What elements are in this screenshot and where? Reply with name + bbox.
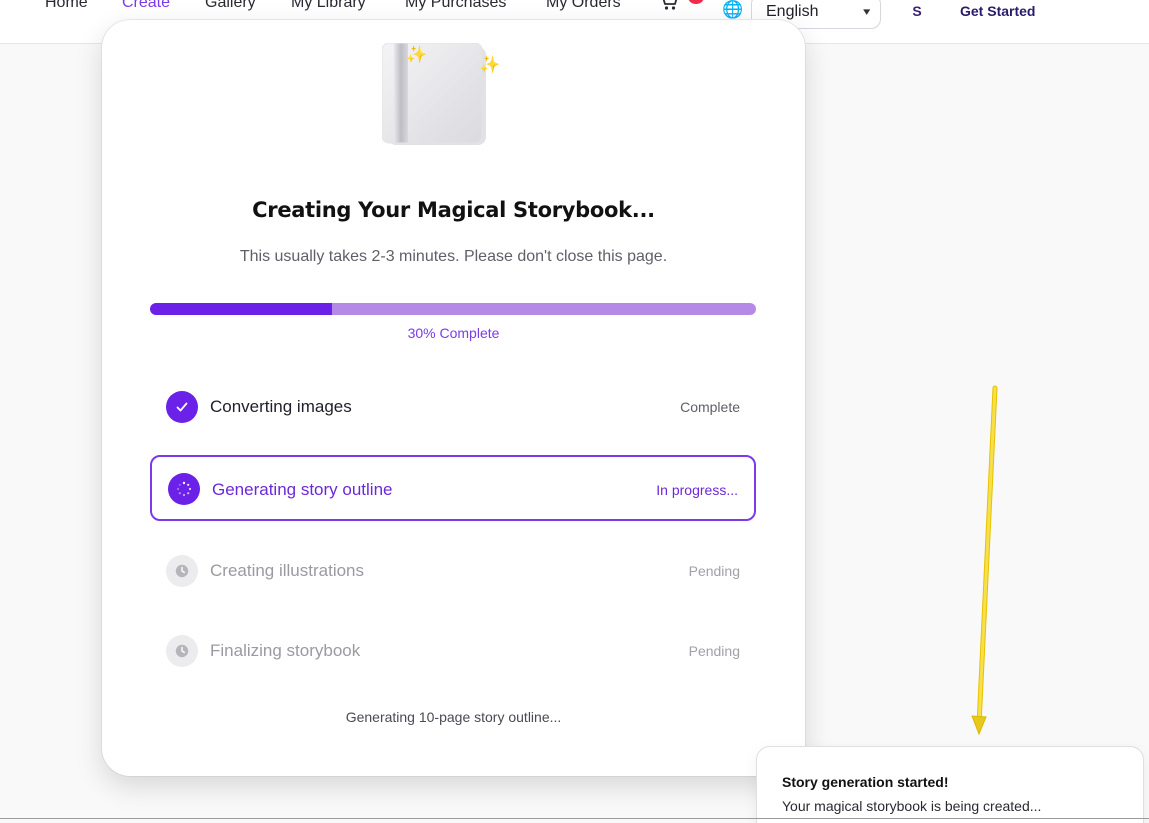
step-creating-illustrations: Creating illustrations Pending <box>150 538 756 604</box>
nav-home-link[interactable]: Home <box>45 0 88 12</box>
cart-icon <box>662 0 678 10</box>
storybook-illustration: ✨ ✨ <box>381 42 500 147</box>
user-avatar[interactable]: S <box>902 3 932 21</box>
step-status: Complete <box>680 399 740 415</box>
step-status: Pending <box>688 563 740 579</box>
toast-notification[interactable]: Story generation started! Your magical s… <box>756 746 1144 823</box>
arrow-annotation <box>971 385 998 736</box>
language-select-value: English <box>766 2 819 20</box>
cart-count-badge <box>688 0 704 4</box>
progress-bar <box>150 303 756 315</box>
status-message: Generating 10-page story outline... <box>345 709 562 725</box>
chevron-down-icon: ▾ <box>863 6 871 18</box>
clock-icon <box>166 635 198 667</box>
step-status: Pending <box>688 643 740 659</box>
globe-icon: 🌐 <box>722 0 744 19</box>
sparkle-icon: ✨ <box>479 55 501 74</box>
divider <box>0 818 1149 819</box>
step-status: In progress... <box>656 482 738 498</box>
step-generating-story-outline: Generating story outline In progress... <box>150 455 756 521</box>
toast-description: Your magical storybook is being created.… <box>782 798 1042 814</box>
step-finalizing-storybook: Finalizing storybook Pending <box>150 618 756 684</box>
spinner-icon <box>168 473 200 505</box>
page-subtitle: This usually takes 2-3 minutes. Please d… <box>239 248 668 265</box>
nav-my-orders-link[interactable]: My Orders <box>546 0 621 12</box>
clock-icon <box>166 555 198 587</box>
nav-my-library-link[interactable]: My Library <box>291 0 366 12</box>
sparkle-icon: ✨ <box>406 45 428 64</box>
page-title: Creating Your Magical Storybook... <box>252 198 655 222</box>
step-label: Converting images <box>210 397 352 416</box>
progress-bar-fill <box>150 303 332 315</box>
step-label: Finalizing storybook <box>210 641 361 660</box>
step-converting-images: Converting images Complete <box>150 374 756 440</box>
get-started-button[interactable]: Get Started <box>960 3 1035 19</box>
progress-label: 30% Complete <box>407 325 500 341</box>
step-label: Generating story outline <box>212 480 393 499</box>
nav-gallery-link[interactable]: Gallery <box>205 0 256 12</box>
check-icon <box>166 391 198 423</box>
cart-button[interactable] <box>658 0 682 14</box>
nav-create-link[interactable]: Create <box>122 0 170 12</box>
step-label: Creating illustrations <box>210 561 365 580</box>
toast-title: Story generation started! <box>782 774 949 790</box>
nav-my-purchases-link[interactable]: My Purchases <box>405 0 506 12</box>
